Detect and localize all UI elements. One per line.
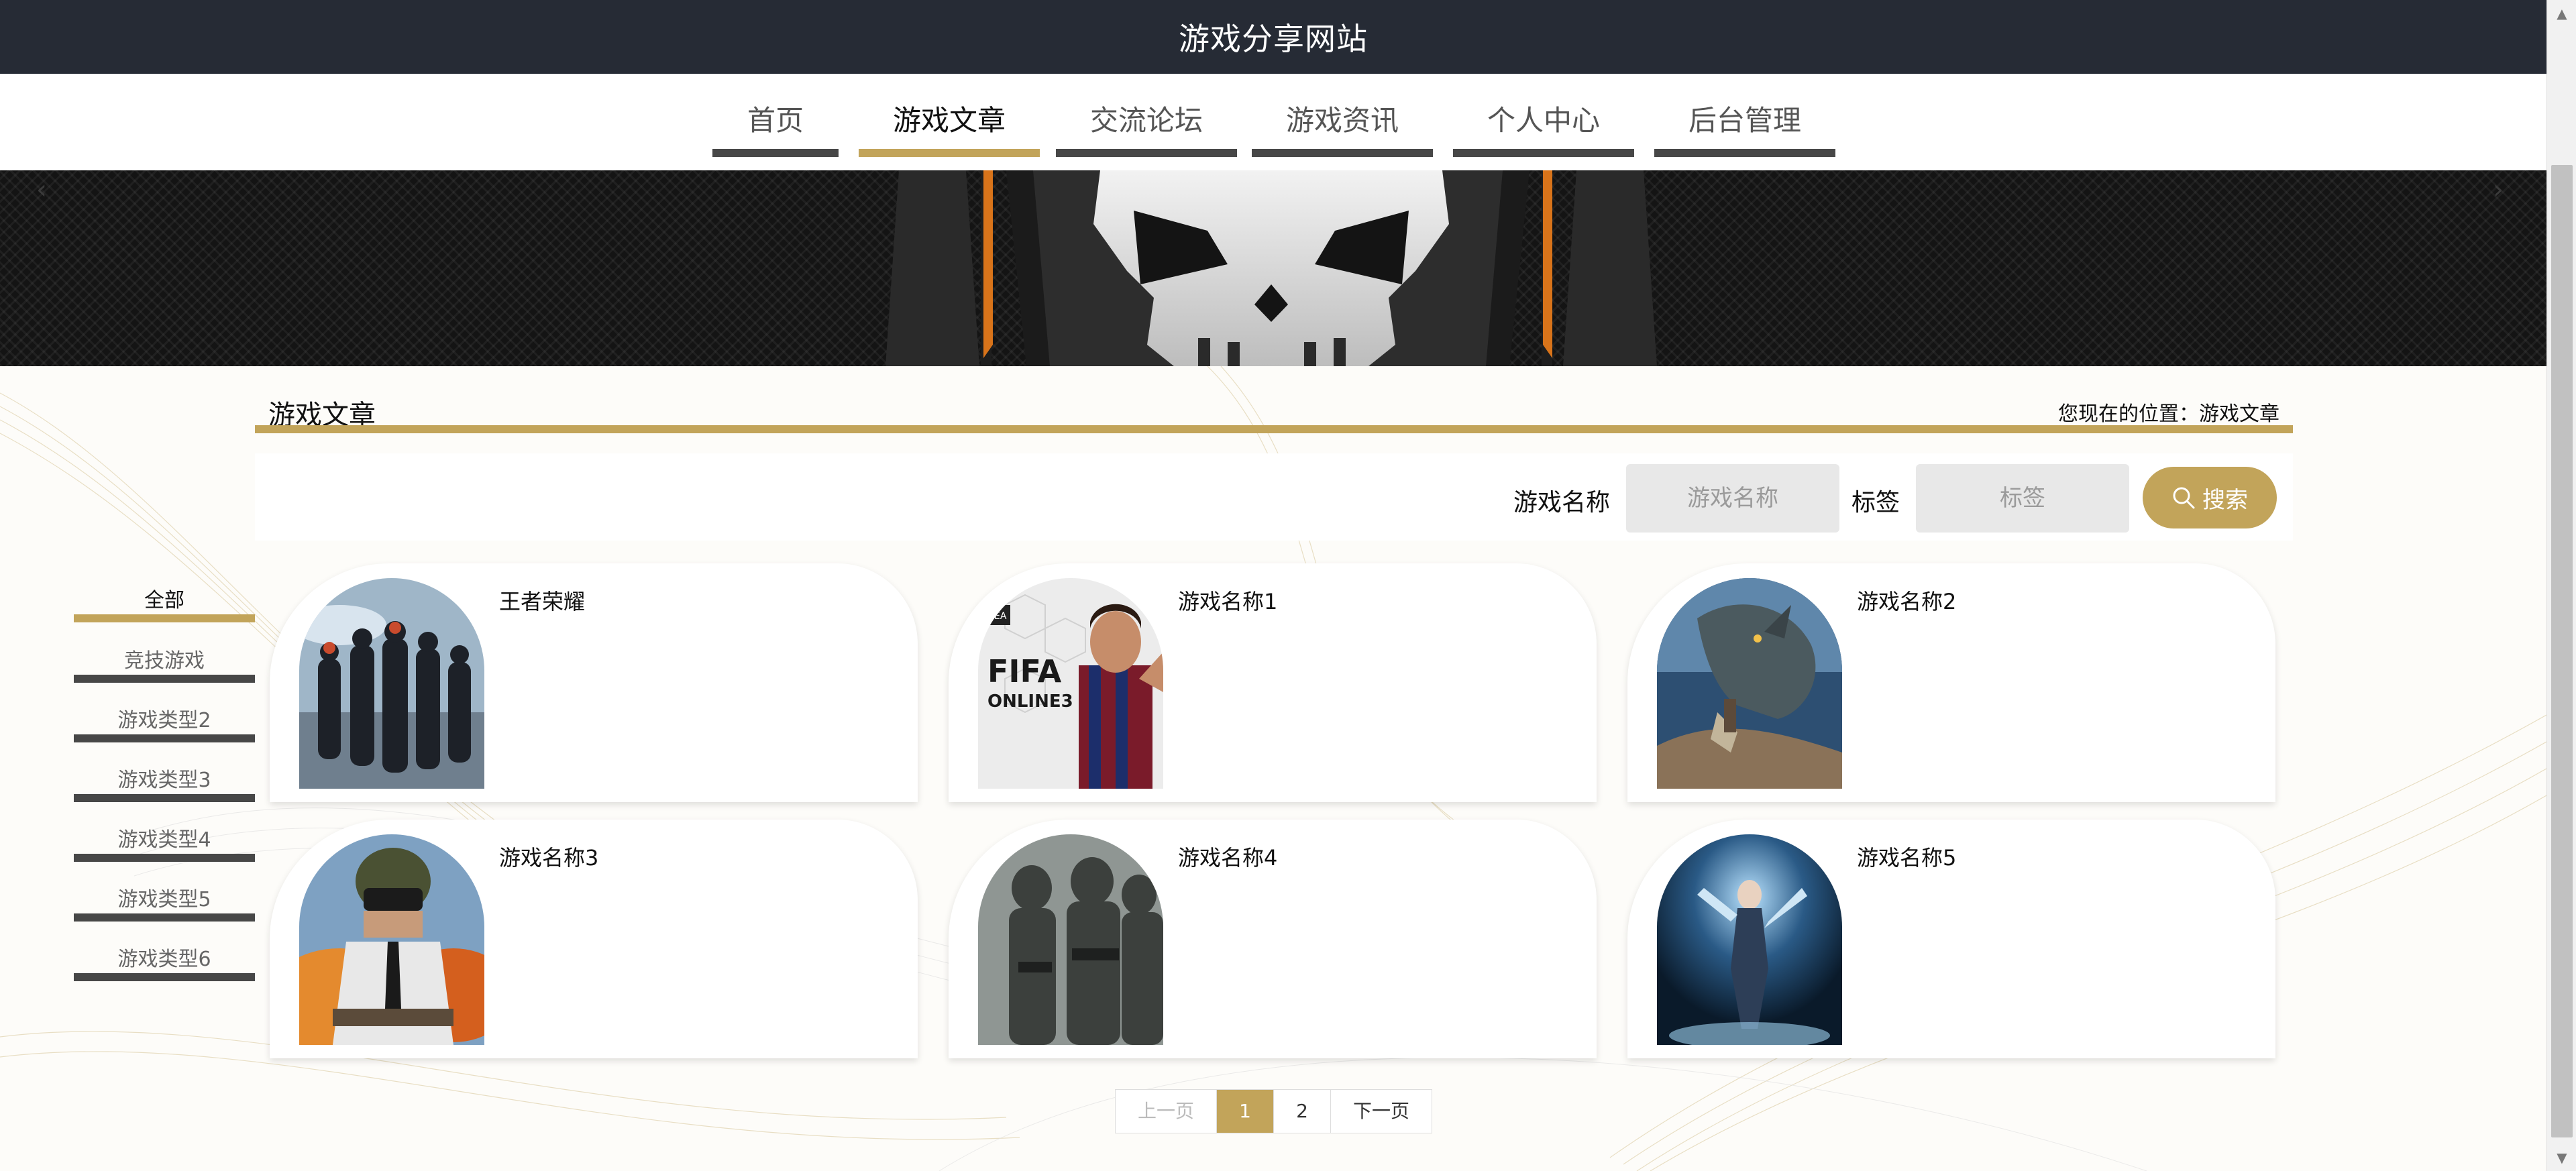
scrollbar-thumb[interactable]: [2551, 165, 2573, 1137]
category-competitive[interactable]: 竞技游戏: [74, 648, 255, 683]
nav-underline: [1654, 149, 1835, 157]
nav-item-label: 游戏文章: [892, 104, 1006, 137]
nav-underline: [859, 149, 1040, 157]
game-thumbnail[interactable]: [299, 834, 484, 1045]
nav-item-label: 首页: [747, 104, 804, 137]
search-button-label: 搜索: [2202, 486, 2248, 514]
next-page-button[interactable]: 下一页: [1331, 1090, 1432, 1133]
fantasy-character-image: [1657, 834, 1842, 1045]
vertical-scrollbar[interactable]: ▲ ▼: [2546, 0, 2576, 1171]
game-card[interactable]: 游戏名称4: [949, 820, 1597, 1058]
category-type4[interactable]: 游戏类型4: [74, 827, 255, 862]
group-of-characters-image: [299, 578, 484, 789]
banner-carousel[interactable]: ‹ ›: [0, 170, 2546, 366]
site-title: 游戏分享网站: [1179, 21, 1368, 57]
tag-label: 标签: [1851, 489, 1900, 516]
category-type6[interactable]: 游戏类型6: [74, 946, 255, 981]
nav-underline: [1056, 149, 1237, 157]
nav-item-label: 游戏资讯: [1285, 104, 1399, 137]
category-underline: [74, 854, 255, 862]
category-label: 竞技游戏: [124, 649, 205, 673]
category-label: 游戏类型6: [117, 948, 211, 971]
nav-item-label: 后台管理: [1688, 104, 1801, 137]
game-thumbnail[interactable]: [1657, 578, 1842, 789]
category-type5[interactable]: 游戏类型5: [74, 887, 255, 922]
game-card[interactable]: EA FIFA ONLINE3 游戏名称1: [949, 563, 1597, 802]
page-button-2[interactable]: 2: [1274, 1090, 1331, 1133]
svg-text:EA: EA: [994, 611, 1007, 622]
search-button[interactable]: 搜索: [2143, 467, 2277, 528]
nav-item-admin[interactable]: 后台管理: [1654, 74, 1835, 157]
prev-page-button[interactable]: 上一页: [1116, 1090, 1217, 1133]
game-name[interactable]: 游戏名称3: [499, 841, 598, 872]
scroll-up-icon[interactable]: ▲: [2547, 0, 2576, 27]
category-underline: [74, 913, 255, 922]
game-thumbnail[interactable]: [299, 578, 484, 789]
game-name[interactable]: 游戏名称2: [1857, 585, 1956, 616]
game-name[interactable]: 游戏名称4: [1178, 841, 1277, 872]
nav-underline: [712, 149, 839, 157]
scroll-down-icon[interactable]: ▼: [2547, 1144, 2576, 1171]
game-name-label: 游戏名称: [1513, 489, 1611, 516]
game-card[interactable]: 游戏名称5: [1627, 820, 2275, 1058]
soldiers-image: [978, 834, 1163, 1045]
site-header: 游戏分享网站: [0, 0, 2546, 74]
tag-input[interactable]: [1916, 464, 2129, 533]
game-name[interactable]: 游戏名称1: [1178, 585, 1277, 616]
nav-item-label: 个人中心: [1487, 104, 1600, 137]
category-label: 全部: [144, 589, 184, 612]
chevron-right-icon[interactable]: ›: [2493, 174, 2504, 205]
category-all[interactable]: 全部: [74, 588, 255, 622]
game-card[interactable]: 游戏名称2: [1627, 563, 2275, 802]
game-thumbnail[interactable]: [1657, 834, 1842, 1045]
nav-item-forum[interactable]: 交流论坛: [1056, 74, 1237, 157]
nav-item-game-articles[interactable]: 游戏文章: [859, 74, 1040, 157]
nav-item-game-news[interactable]: 游戏资讯: [1252, 74, 1433, 157]
svg-text:FIFA: FIFA: [987, 653, 1062, 689]
game-name[interactable]: 王者荣耀: [499, 585, 585, 616]
section-divider: [255, 425, 2293, 433]
svg-text:ONLINE3: ONLINE3: [987, 691, 1073, 712]
monster-hunter-image: [1657, 578, 1842, 789]
category-underline: [74, 675, 255, 683]
breadcrumb-prefix: 您现在的位置：: [2058, 402, 2199, 426]
category-label: 游戏类型3: [117, 769, 211, 792]
banner-image: [885, 170, 1657, 366]
category-underline: [74, 614, 255, 622]
nav-underline: [1453, 149, 1634, 157]
category-label: 游戏类型4: [117, 828, 211, 852]
nav-item-home[interactable]: 首页: [712, 74, 839, 157]
chevron-left-icon[interactable]: ‹: [36, 174, 47, 205]
category-underline: [74, 794, 255, 802]
category-label: 游戏类型2: [117, 709, 211, 732]
game-card[interactable]: 游戏名称3: [270, 820, 918, 1058]
category-type2[interactable]: 游戏类型2: [74, 708, 255, 742]
nav-item-label: 交流论坛: [1089, 104, 1203, 137]
category-underline: [74, 734, 255, 742]
page: 游戏分享网站 首页 游戏文章 交流论坛 游戏资讯 个人中心 后台管理 ‹ › ▲…: [0, 0, 2576, 1171]
breadcrumb-current[interactable]: 游戏文章: [2199, 402, 2279, 426]
fifa-online3-image: EA FIFA ONLINE3: [978, 578, 1163, 789]
main-nav: 首页 游戏文章 交流论坛 游戏资讯 个人中心 后台管理: [0, 74, 2546, 170]
category-underline: [74, 973, 255, 981]
game-name-input[interactable]: [1626, 464, 1839, 533]
game-thumbnail[interactable]: EA FIFA ONLINE3: [978, 578, 1163, 789]
nav-item-personal-center[interactable]: 个人中心: [1453, 74, 1634, 157]
page-button-1[interactable]: 1: [1217, 1090, 1274, 1133]
nav-underline: [1252, 149, 1433, 157]
breadcrumb: 您现在的位置：游戏文章: [2058, 397, 2279, 427]
category-type3[interactable]: 游戏类型3: [74, 767, 255, 802]
search-icon: [2173, 487, 2195, 509]
category-label: 游戏类型5: [117, 888, 211, 911]
pubg-soldier-image: [299, 834, 484, 1045]
game-thumbnail[interactable]: [978, 834, 1163, 1045]
game-card[interactable]: 王者荣耀: [270, 563, 918, 802]
pagination: 上一页 1 2 下一页: [1115, 1089, 1432, 1133]
game-name[interactable]: 游戏名称5: [1857, 841, 1956, 872]
